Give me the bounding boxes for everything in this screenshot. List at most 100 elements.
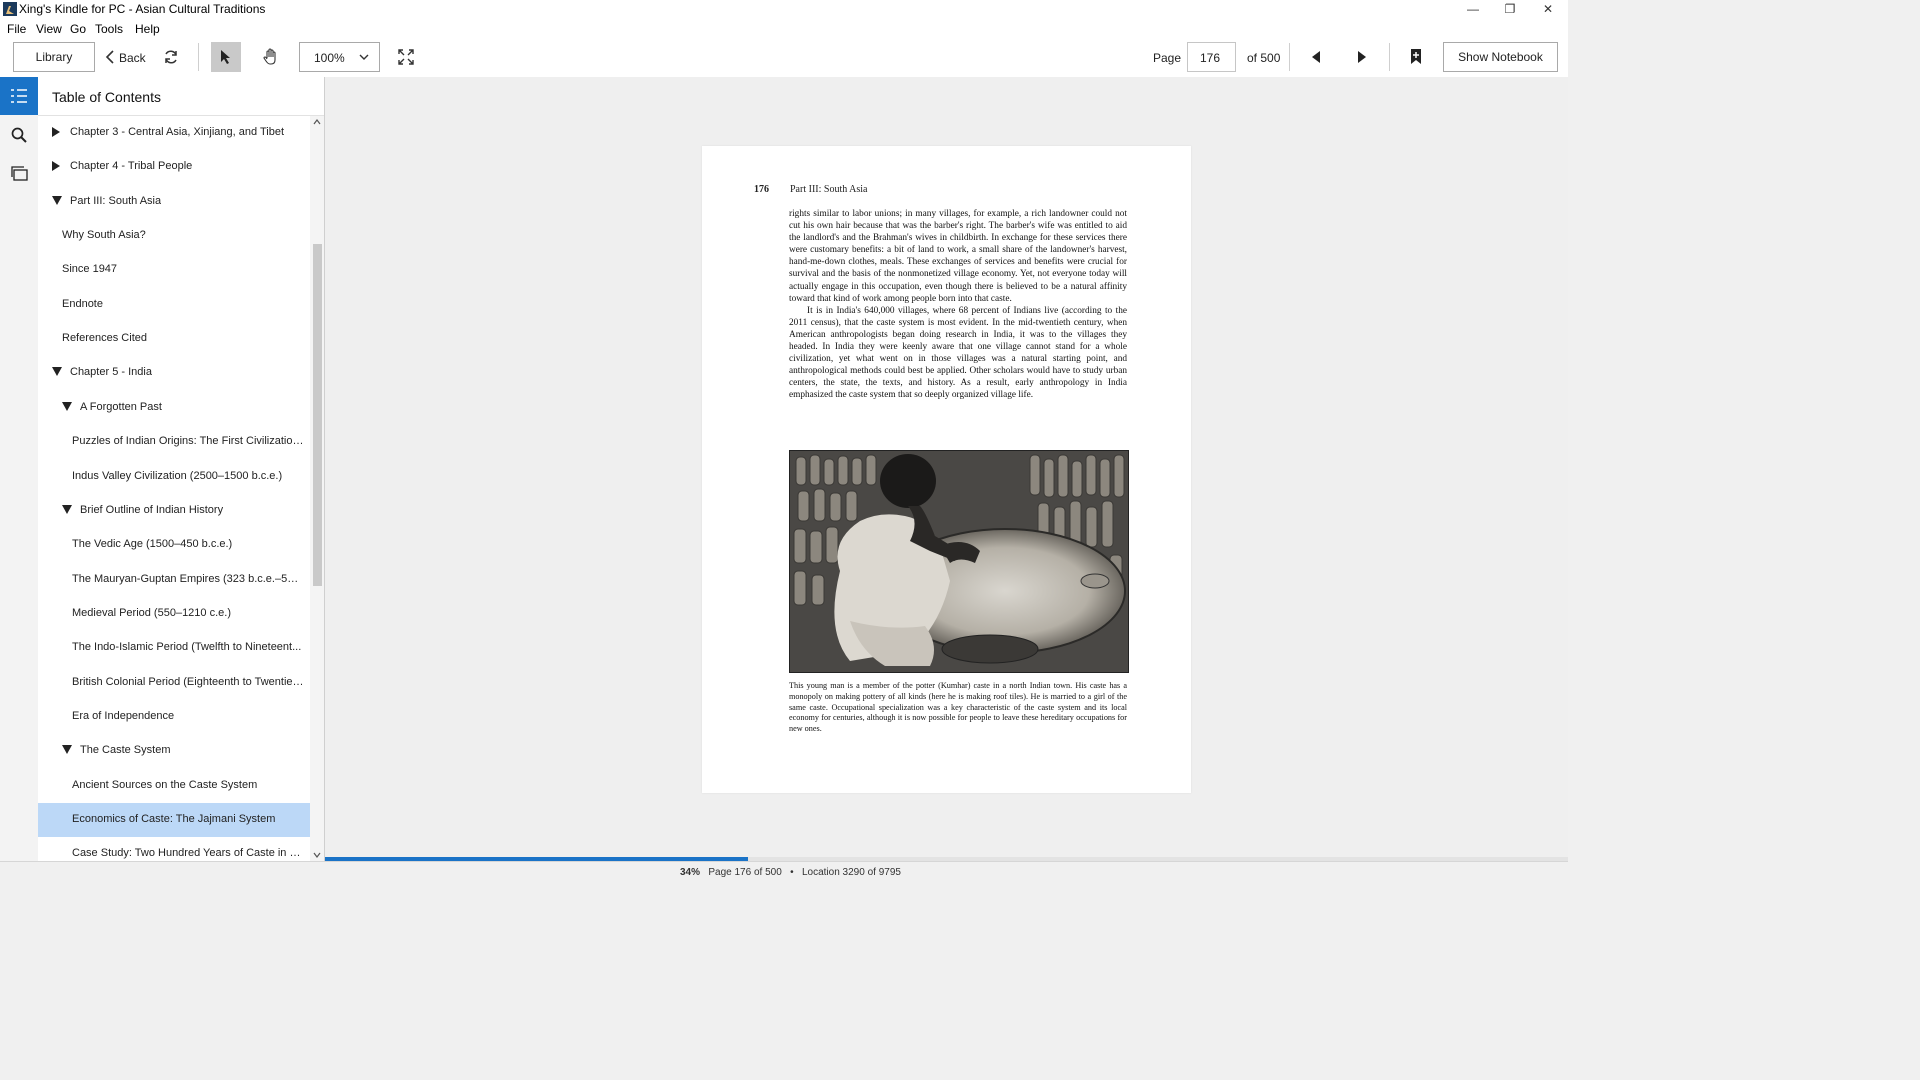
photo-caption: This young man is a member of the potter… [789, 681, 1127, 734]
toc-item-label: Era of Independence [72, 709, 175, 722]
toc-item[interactable]: Brief Outline of Indian History [38, 494, 310, 528]
toc-item[interactable]: References Cited [38, 322, 310, 356]
toc-item[interactable]: Economics of Caste: The Jajmani System [38, 803, 310, 837]
menu-bar: File View Go Tools Help [0, 18, 1568, 38]
library-label: Library [35, 50, 73, 64]
scroll-down-arrow-icon[interactable] [313, 852, 321, 858]
chevron-left-icon [105, 50, 114, 64]
toc-item[interactable]: Medieval Period (550–1210 c.e.) [38, 597, 310, 631]
add-bookmark-icon[interactable] [1410, 48, 1422, 65]
chevron-down-icon [359, 54, 369, 60]
menu-tools[interactable]: Tools [95, 22, 123, 36]
collapsed-triangle-icon[interactable] [52, 127, 60, 137]
collapsed-triangle-icon[interactable] [52, 161, 60, 172]
title-bar: Xing's Kindle for PC - Asian Cultural Tr… [0, 0, 1568, 18]
toc-item[interactable]: Indus Valley Civilization (2500–1500 b.c… [38, 460, 310, 494]
toc-item-label: Puzzles of Indian Origins: The First Civ… [72, 435, 304, 448]
menu-file[interactable]: File [7, 22, 26, 36]
toc-item[interactable]: Chapter 5 - India [38, 356, 310, 390]
show-notebook-button[interactable]: Show Notebook [1443, 42, 1558, 72]
scrollbar-thumb[interactable] [313, 244, 322, 586]
search-icon[interactable] [11, 127, 27, 143]
toc-item-label: Ancient Sources on the Caste System [72, 778, 258, 791]
menu-view[interactable]: View [36, 22, 62, 36]
page-total-label: of 500 [1247, 51, 1281, 65]
toc-item[interactable]: Chapter 4 - Tribal People [38, 150, 310, 184]
page-number: 176 [754, 184, 769, 195]
select-tool-button[interactable] [211, 42, 241, 72]
window-title: Xing's Kindle for PC - Asian Cultural Tr… [19, 2, 266, 16]
status-bar: 34% Page 176 of 500 • Location 3290 of 9… [0, 861, 1568, 883]
status-location: Location 3290 of 9795 [801, 867, 901, 878]
page-body: rights similar to labor unions; in many … [789, 208, 1127, 402]
expanded-triangle-icon[interactable] [62, 401, 72, 411]
toc-item-label: The Mauryan-Guptan Empires (323 b.c.e.–5… [72, 572, 304, 585]
toc-item[interactable]: The Vedic Age (1500–450 b.c.e.) [38, 528, 310, 562]
fullscreen-icon[interactable] [398, 49, 414, 65]
toc-item[interactable]: Why South Asia? [38, 219, 310, 253]
status-text: 34% Page 176 of 500 • Location 3290 of 9… [680, 867, 901, 878]
page-number-input[interactable]: 176 [1187, 42, 1236, 72]
toc-item[interactable]: The Mauryan-Guptan Empires (323 b.c.e.–5… [38, 563, 310, 597]
back-label: Back [119, 51, 146, 65]
book-page: 176 Part III: South Asia rights similar … [702, 146, 1191, 793]
toc-item[interactable]: British Colonial Period (Eighteenth to T… [38, 666, 310, 700]
next-page-icon[interactable] [1357, 50, 1367, 64]
toc-item-label: The Vedic Age (1500–450 b.c.e.) [72, 538, 233, 551]
page-label: Page [1153, 51, 1182, 65]
reading-area[interactable]: 176 Part III: South Asia rights similar … [325, 77, 1568, 861]
toc-item-label: Part III: South Asia [70, 194, 162, 207]
potter-photo [789, 450, 1129, 673]
page-number-value: 176 [1200, 51, 1221, 65]
toc-item-label: The Caste System [80, 744, 171, 757]
toc-item-label: Indus Valley Civilization (2500–1500 b.c… [72, 469, 283, 482]
toc-title: Table of Contents [52, 89, 161, 105]
toc-item-label: The Indo-Islamic Period (Twelfth to Nine… [72, 641, 302, 654]
expanded-triangle-icon[interactable] [52, 367, 62, 377]
minimize-button[interactable]: — [1455, 0, 1491, 18]
restore-button[interactable]: ❐ [1492, 0, 1528, 18]
library-button[interactable]: Library [13, 42, 95, 72]
toc-item-label: Chapter 3 - Central Asia, Xinjiang, and … [70, 126, 285, 138]
menu-help[interactable]: Help [135, 22, 160, 36]
close-button[interactable]: ✕ [1530, 0, 1566, 18]
toc-item[interactable]: Endnote [38, 288, 310, 322]
scroll-up-arrow-icon[interactable] [313, 119, 321, 125]
toc-item-label: Brief Outline of Indian History [80, 503, 224, 516]
toc-item-label: Endnote [62, 297, 103, 310]
menu-go[interactable]: Go [70, 22, 86, 36]
expanded-triangle-icon[interactable] [62, 745, 72, 755]
toc-scrollbar[interactable] [310, 116, 324, 861]
toc-item[interactable]: The Caste System [38, 734, 310, 768]
toc-item-label: Why South Asia? [62, 229, 146, 242]
expanded-triangle-icon[interactable] [52, 195, 62, 205]
toc-item[interactable]: Chapter 3 - Central Asia, Xinjiang, and … [38, 116, 310, 150]
toc-item-label: Chapter 5 - India [70, 366, 152, 379]
potter-photo-image [790, 451, 1128, 672]
show-notebook-label: Show Notebook [1458, 50, 1543, 64]
toc-header: Table of Contents [38, 77, 324, 116]
running-head: Part III: South Asia [790, 184, 868, 195]
toc-item[interactable]: Era of Independence [38, 700, 310, 734]
table-of-contents-icon [11, 89, 27, 103]
toc-item-label: References Cited [62, 332, 147, 345]
zoom-dropdown[interactable]: 100% [299, 42, 380, 72]
expanded-triangle-icon[interactable] [62, 504, 72, 514]
toc-item[interactable]: Ancient Sources on the Caste System [38, 769, 310, 803]
toc-item[interactable]: The Indo-Islamic Period (Twelfth to Nine… [38, 631, 310, 665]
toc-item[interactable]: Case Study: Two Hundred Years of Caste i… [38, 837, 310, 861]
status-percent: 34% [680, 867, 701, 878]
kindle-app-icon [3, 2, 17, 16]
sync-icon[interactable] [163, 49, 179, 65]
toc-item[interactable]: A Forgotten Past [38, 391, 310, 425]
hand-tool-icon[interactable] [263, 48, 279, 66]
toc-item[interactable]: Since 1947 [38, 253, 310, 287]
paragraph: rights similar to labor unions; in many … [789, 209, 1127, 304]
toc-rail-button[interactable] [0, 77, 38, 115]
previous-page-icon[interactable] [1311, 50, 1321, 64]
toc-item[interactable]: Puzzles of Indian Origins: The First Civ… [38, 425, 310, 459]
flashcards-icon[interactable] [11, 166, 28, 181]
toc-item[interactable]: Part III: South Asia [38, 185, 310, 219]
status-page: Page 176 of 500 [708, 867, 782, 878]
zoom-value: 100% [314, 51, 345, 65]
